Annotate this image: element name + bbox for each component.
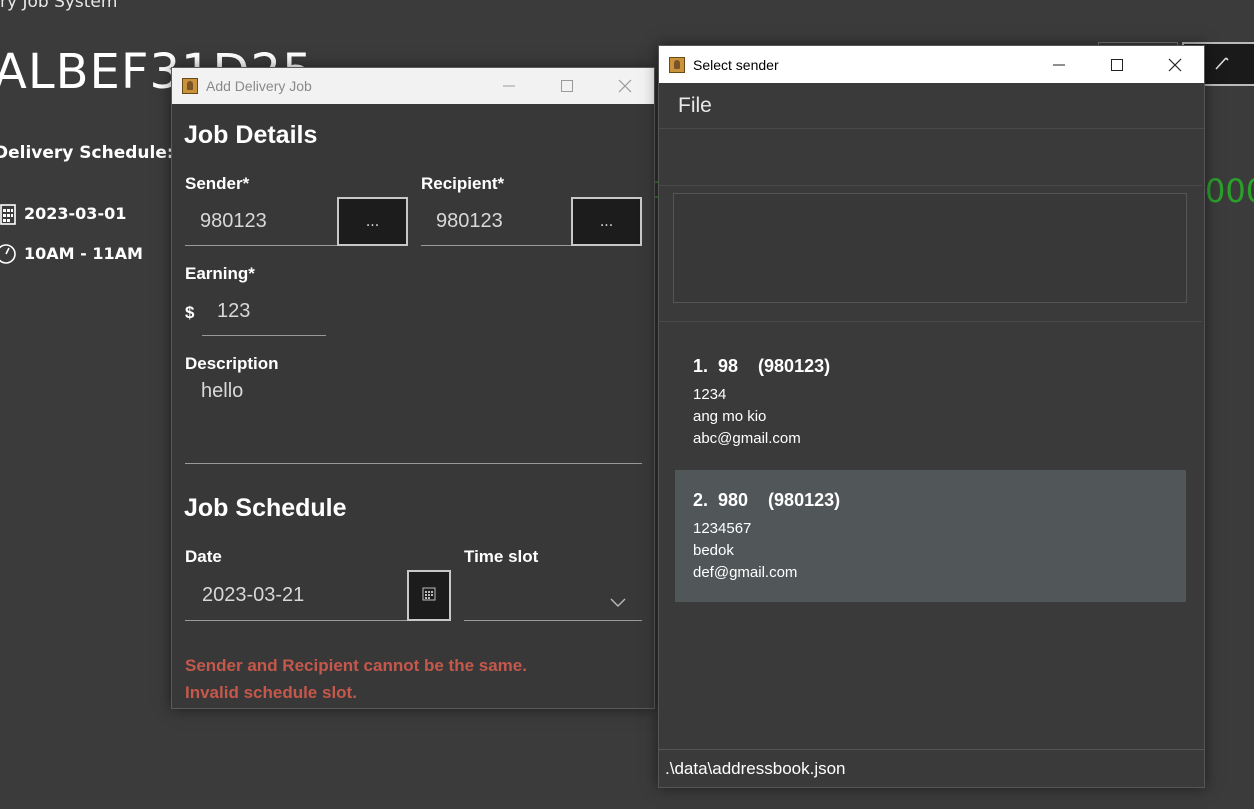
app-icon (182, 78, 198, 94)
earning-amount-fragment: 000 (1205, 172, 1254, 210)
contact-address: bedok (693, 542, 734, 559)
contact-email: def@gmail.com (693, 564, 798, 581)
calendar-icon (0, 203, 16, 225)
earning-input[interactable]: 123 (202, 288, 326, 336)
recipient-label: Recipient* (421, 174, 505, 193)
app-title-fragment: ry Job System (0, 0, 118, 12)
job-details-heading: Job Details (184, 121, 318, 149)
command-area (659, 129, 1202, 186)
contact-phone: 1234567 (693, 520, 752, 537)
add-delivery-job-window: Add Delivery Job Job Details Sender* 980… (171, 67, 655, 709)
app-icon (669, 56, 685, 73)
error-message-same-party: Sender and Recipient cannot be the same. (185, 656, 527, 675)
date-picker-button[interactable] (407, 570, 451, 621)
sender-browse-button[interactable]: ... (337, 197, 408, 246)
schedule-date-row: 2023-03-01 (0, 203, 127, 225)
file-path: .\data\addressbook.json (665, 758, 846, 778)
sender-input[interactable]: 980123 (185, 198, 337, 246)
divider (659, 321, 1202, 322)
title-bar: Select sender (659, 46, 1204, 83)
minimize-button[interactable] (480, 68, 538, 104)
contact-phone: 1234 (693, 386, 727, 403)
pencil-icon (1212, 54, 1232, 76)
search-box[interactable] (673, 193, 1187, 303)
contact-title: 2. 980 (980123) (693, 490, 841, 510)
chevron-down-icon (610, 591, 626, 614)
sender-label: Sender* (185, 174, 250, 193)
earning-label: Earning* (185, 264, 255, 283)
delivery-schedule-label: Delivery Schedule: (0, 143, 174, 163)
contact-title: 1. 98 (980123) (693, 356, 831, 376)
schedule-time: 10AM - 11AM (24, 243, 143, 263)
error-message-schedule: Invalid schedule slot. (185, 683, 357, 702)
recipient-browse-button[interactable]: ... (571, 197, 642, 246)
list-item[interactable]: 1. 98 (980123) 1234 ang mo kio abc@gmail… (675, 336, 1186, 468)
schedule-date: 2023-03-01 (24, 203, 127, 223)
job-schedule-heading: Job Schedule (184, 494, 347, 522)
list-item-selected[interactable]: 2. 980 (980123) 1234567 bedok def@gmail.… (675, 470, 1186, 602)
time-slot-label: Time slot (464, 547, 539, 566)
close-button[interactable] (596, 68, 654, 104)
window-title: Select sender (693, 56, 779, 73)
menu-file[interactable]: File (678, 94, 712, 118)
maximize-button[interactable] (1088, 46, 1146, 83)
contact-email: abc@gmail.com (693, 430, 801, 447)
recipient-input[interactable]: 980123 (421, 198, 572, 246)
currency-symbol: $ (185, 303, 195, 322)
select-sender-window: Select sender File 1. 98 (980123) 1234 a… (658, 45, 1205, 788)
time-slot-select[interactable] (464, 571, 642, 621)
date-label: Date (185, 547, 222, 566)
contact-address: ang mo kio (693, 408, 767, 425)
calendar-icon (422, 587, 436, 605)
description-label: Description (185, 354, 279, 373)
menu-bar: File (659, 83, 1204, 129)
close-button[interactable] (1146, 46, 1204, 83)
schedule-time-row: 10AM - 11AM (0, 243, 143, 264)
minimize-button[interactable] (1030, 46, 1088, 83)
description-textarea[interactable]: hello (185, 380, 642, 464)
title-bar: Add Delivery Job (172, 68, 654, 104)
window-title: Add Delivery Job (206, 78, 312, 94)
status-bar: .\data\addressbook.json (659, 749, 1204, 787)
maximize-button[interactable] (538, 68, 596, 104)
date-input[interactable]: 2023-03-21 (185, 571, 408, 621)
clock-icon (0, 243, 16, 264)
